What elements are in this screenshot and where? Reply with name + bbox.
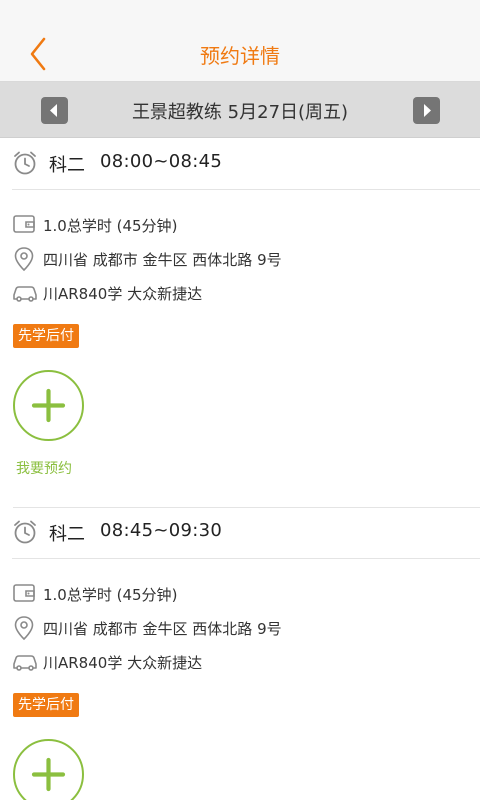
app-header: 预约详情 [0, 0, 480, 82]
triangle-right-icon [424, 104, 431, 117]
slot-hours: 1.0总学时 (45分钟) [43, 586, 178, 604]
book-slot-label[interactable]: 我要预约 [16, 458, 72, 478]
slot-car-row: 川AR840学 大众新捷达 [12, 649, 472, 677]
slot-hours-row: 1.0总学时 (45分钟) [12, 581, 472, 609]
slot-address-row: 四川省 成都市 金牛区 西体北路 9号 [12, 615, 472, 643]
slot-address: 四川省 成都市 金牛区 西体北路 9号 [43, 620, 282, 638]
car-icon [13, 655, 37, 671]
date-bar: 王景超教练 5月27日(周五) [0, 82, 480, 138]
coach-date-title: 王景超教练 5月27日(周五) [131, 102, 349, 123]
slot-car: 川AR840学 大众新捷达 [43, 285, 203, 303]
payment-badge: 先学后付 [13, 693, 79, 717]
time-slot-card: 科二 08:00~08:45 1.0总学时 (45分钟) 四川省 成都市 金牛区… [0, 138, 480, 508]
time-slot-card: 科二 08:45~09:30 1.0总学时 (45分钟) 四川省 成都市 金牛区… [0, 507, 480, 800]
wallet-icon [13, 215, 35, 233]
alarm-clock-icon [14, 520, 36, 544]
slot-header: 科二 08:45~09:30 [12, 507, 480, 559]
book-slot-button[interactable] [13, 370, 84, 441]
location-pin-icon [14, 247, 34, 272]
alarm-clock-icon [14, 151, 36, 175]
slot-header: 科二 08:00~08:45 [12, 138, 480, 190]
slot-subject: 科二 [49, 524, 85, 545]
slot-time: 08:45~09:30 [100, 520, 223, 541]
location-pin-icon [14, 616, 34, 641]
page-title: 预约详情 [200, 44, 280, 68]
plus-icon [31, 757, 66, 792]
payment-badge: 先学后付 [13, 324, 79, 348]
slot-address-row: 四川省 成都市 金牛区 西体北路 9号 [12, 246, 472, 274]
car-icon [13, 286, 37, 302]
slot-car: 川AR840学 大众新捷达 [43, 654, 203, 672]
slot-address: 四川省 成都市 金牛区 西体北路 9号 [43, 251, 282, 269]
book-slot-button[interactable] [13, 739, 84, 800]
slot-time: 08:00~08:45 [100, 151, 223, 172]
next-day-button[interactable] [413, 97, 440, 124]
slot-hours-row: 1.0总学时 (45分钟) [12, 212, 472, 240]
wallet-icon [13, 584, 35, 602]
slot-car-row: 川AR840学 大众新捷达 [12, 280, 472, 308]
plus-icon [31, 388, 66, 423]
slot-hours: 1.0总学时 (45分钟) [43, 217, 178, 235]
slot-subject: 科二 [49, 155, 85, 176]
